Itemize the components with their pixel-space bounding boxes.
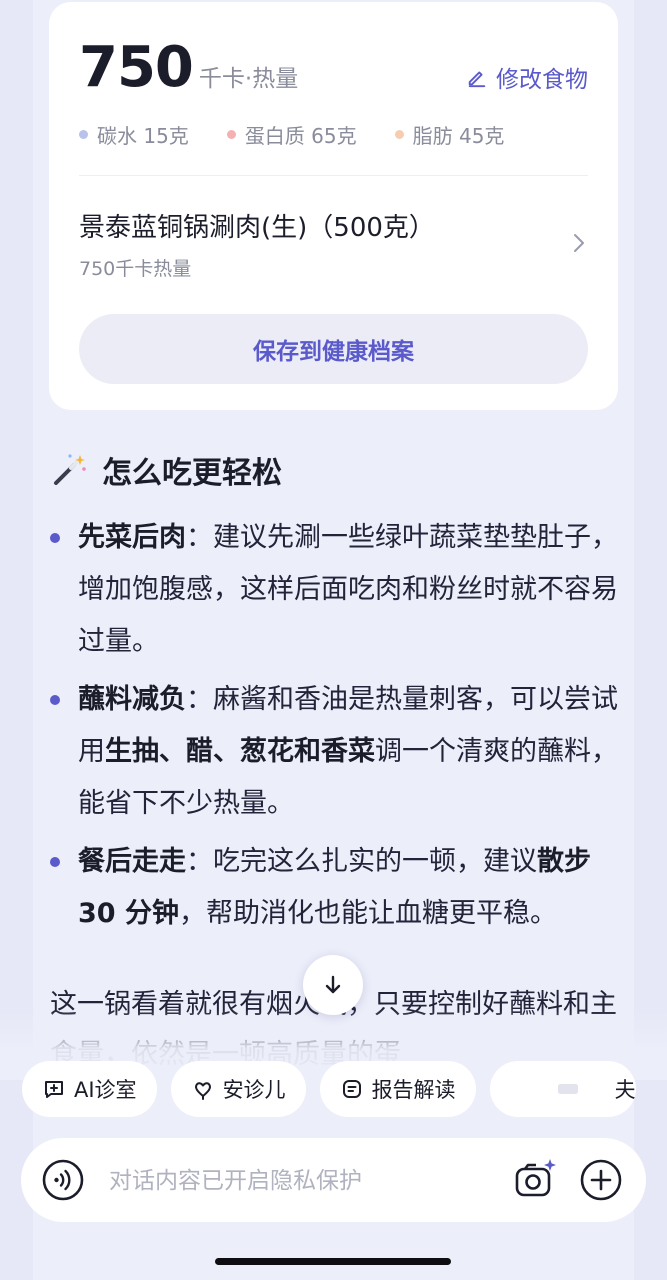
protein-dot [226, 130, 236, 139]
chat-input-bar [21, 1138, 646, 1222]
fat-label: 脂肪 45克 [412, 124, 505, 148]
macro-carbs: 碳水 15克 [79, 120, 189, 149]
list-item: 蘸料减负：麻酱和香油是热量刺客，可以尝试用生抽、醋、葱花和香菜调一个清爽的蘸料，… [50, 674, 630, 830]
tip-text: ，帮助消化也能让血糖更平稳。 [178, 898, 557, 929]
chat-plus-icon [45, 1081, 63, 1098]
food-name: 景泰蓝铜锅涮肉(生)（500克） [79, 213, 435, 243]
macro-fat: 脂肪 45克 [394, 120, 505, 149]
advice-heading: 怎么吃更轻松 [50, 448, 282, 492]
list-item: 先菜后肉：建议先涮一些绿叶蔬菜垫垫肚子，增加饱腹感，这样后面吃肉和粉丝时就不容易… [50, 512, 630, 668]
heart-flower-icon [194, 1082, 211, 1100]
edit-food-button[interactable]: 修改食物 [466, 60, 588, 94]
tip-heading: 蘸料减负 [78, 684, 186, 715]
magic-wand-icon [54, 454, 86, 485]
calories-value: 750 [79, 35, 194, 100]
pencil-icon [468, 71, 486, 88]
report-icon [342, 1080, 361, 1098]
card-divider [79, 175, 588, 176]
edit-food-label: 修改食物 [496, 67, 588, 93]
chip-report-reading[interactable]: 报告解读 [319, 1061, 476, 1117]
macro-list: 碳水 15克 蛋白质 65克 脂肪 45克 [79, 120, 504, 149]
food-calories: 750千卡热量 [79, 258, 192, 280]
plus-icon[interactable] [579, 1158, 623, 1202]
bullet-dot [50, 857, 60, 867]
carbs-dot [79, 130, 88, 139]
fat-dot [394, 130, 404, 139]
tips-list: 先菜后肉：建议先涮一些绿叶蔬菜垫垫肚子，增加饱腹感，这样后面吃肉和粉丝时就不容易… [50, 512, 630, 946]
calories-summary: 750 千卡·热量 [79, 36, 298, 100]
chip-label: 夫 [614, 1078, 636, 1102]
background-edge-right [634, 0, 667, 1280]
food-item-row[interactable]: 景泰蓝铜锅涮肉(生)（500克） 750千卡热量 [79, 207, 588, 287]
bullet-dot [50, 533, 60, 543]
chip-ai-clinic[interactable]: AI诊室 [22, 1061, 157, 1117]
chip-anzhener[interactable]: 安诊儿 [170, 1061, 306, 1117]
advice-title: 怎么吃更轻松 [102, 456, 282, 491]
calories-unit: 千卡·热量 [198, 66, 299, 92]
arrow-down-icon [325, 975, 341, 994]
chip-partial[interactable]: 夫 [489, 1061, 636, 1117]
tip-text: ：吃完这么扎实的一顿，建议 [186, 846, 537, 877]
camera-icon[interactable] [511, 1156, 559, 1204]
tip-heading: 先菜后肉 [78, 522, 186, 553]
chat-input[interactable] [107, 1158, 501, 1204]
tip-heading: 餐后走走 [78, 846, 186, 877]
carbs-label: 碳水 15克 [97, 124, 189, 148]
protein-label: 蛋白质 65克 [244, 124, 357, 148]
tip-highlight: 生抽、醋、葱花和香菜 [105, 736, 375, 767]
bullet-dot [50, 695, 60, 705]
scroll-to-bottom-button[interactable] [303, 955, 363, 1015]
macro-protein: 蛋白质 65克 [226, 120, 357, 149]
chip-label: 安诊儿 [222, 1078, 286, 1102]
nutrition-card: 750 千卡·热量 修改食物 碳水 15克 蛋白质 65克 脂肪 45克 景泰蓝… [49, 2, 618, 410]
quick-action-chips: AI诊室 安诊儿 报告解读 夫 [22, 1061, 636, 1117]
voice-input-icon[interactable] [41, 1158, 85, 1202]
chip-label: AI诊室 [74, 1078, 137, 1102]
home-indicator [215, 1258, 451, 1265]
save-to-health-record-button[interactable]: 保存到健康档案 [79, 314, 588, 384]
blurred-icon [557, 1084, 578, 1094]
chip-label: 报告解读 [371, 1078, 456, 1102]
list-item: 餐后走走：吃完这么扎实的一顿，建议散步 30 分钟，帮助消化也能让血糖更平稳。 [50, 836, 630, 940]
chevron-right-icon [574, 234, 584, 252]
